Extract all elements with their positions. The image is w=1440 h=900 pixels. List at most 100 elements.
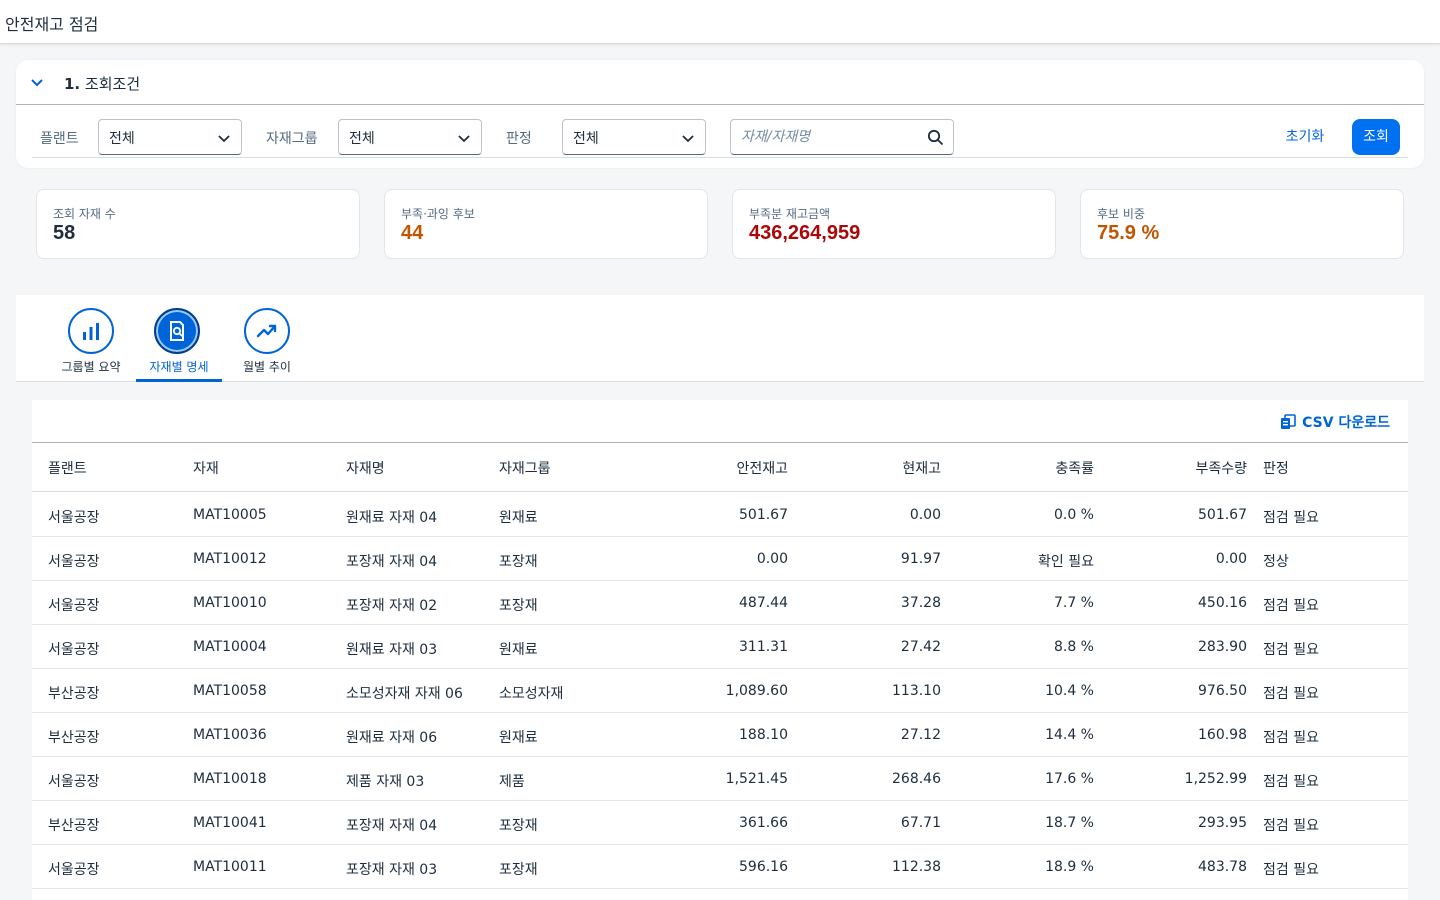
chevron-down-icon[interactable] (28, 74, 46, 92)
material-group-label: 자재그룹 (266, 131, 318, 147)
kpi-label: 후보 비중 (1097, 207, 1145, 221)
table-row[interactable]: 부산공장 MAT10036 원재료 자재 06 원재료 188.10 27.12 14.4 … (32, 713, 1408, 757)
search-button[interactable]: 조회 (1352, 119, 1400, 155)
column-header-shortage-qty[interactable]: 부족수량 (1130, 458, 1247, 478)
shell-bar: 안전재고 점검 (0, 0, 1440, 44)
material-group-select-value: 전체 (349, 131, 375, 147)
cell-material-group: 제품 (499, 774, 525, 790)
cell-material: MAT10018 (193, 771, 267, 787)
cell-fill-rate: 17.6 % (1045, 771, 1094, 787)
filter-header: 1. 조회조건 (16, 60, 1424, 105)
cell-safety-stock: 1,521.45 (725, 771, 788, 787)
filter-section-label: 조회조건 (84, 75, 141, 93)
judge-select[interactable]: 전체 (562, 119, 706, 155)
cell-material-name: 원재료 자재 06 (346, 730, 438, 746)
cell-shortage-qty: 1,252.99 (1184, 771, 1247, 787)
cell-fill-rate: 10.4 % (1045, 683, 1094, 699)
tab-group-summary[interactable]: 그룹별 요약 (52, 305, 130, 382)
cell-material: MAT10010 (193, 595, 267, 611)
cell-safety-stock: 596.16 (739, 859, 788, 875)
csv-download-button[interactable]: CSV 다운로드 (1280, 412, 1390, 432)
cell-material-group: 포장재 (499, 554, 538, 570)
table-row[interactable]: 부산공장 MAT10041 포장재 자재 04 포장재 361.66 67.71 18.7 … (32, 801, 1408, 845)
kpi-value: 436,264,959 (749, 222, 861, 244)
table-row[interactable]: 부산공장 MAT10058 소모성자재 자재 06 소모성자재 1,089.60 113.… (32, 669, 1408, 713)
cell-judgement: 점검 필요 (1263, 862, 1319, 878)
cell-safety-stock: 188.10 (739, 727, 788, 743)
material-search-field[interactable] (730, 119, 954, 155)
document-search-icon (154, 308, 200, 354)
table-row[interactable]: 서울공장 MAT10011 포장재 자재 03 포장재 596.16 112.38 18.9… (32, 845, 1408, 889)
cell-plant: 부산공장 (48, 818, 100, 834)
cell-fill-rate: 7.7 % (1053, 595, 1094, 611)
column-header-safety-stock[interactable]: 안전재고 (672, 458, 788, 478)
column-header-judgement[interactable]: 판정 (1263, 458, 1289, 478)
cell-plant: 서울공장 (48, 554, 100, 570)
tab-material-detail[interactable]: 자재별 명세 (136, 305, 222, 382)
column-header-material[interactable]: 자재 (193, 458, 219, 478)
cell-shortage-qty: 283.90 (1198, 639, 1247, 655)
chevron-down-icon (682, 135, 694, 143)
tab-label: 자재별 명세 (149, 360, 209, 374)
cell-plant: 서울공장 (48, 862, 100, 878)
cell-judgement: 점검 필요 (1263, 642, 1319, 658)
kpi-value: 58 (53, 222, 76, 244)
cell-current-stock: 27.12 (900, 727, 941, 743)
cell-fill-rate: 18.7 % (1045, 815, 1094, 831)
reset-button[interactable]: 초기화 (1276, 121, 1334, 153)
cell-material-group: 소모성자재 (499, 686, 564, 702)
column-header-current-stock[interactable]: 현재고 (824, 458, 941, 478)
cell-shortage-qty: 501.67 (1198, 507, 1247, 523)
kpi-label: 조회 자재 수 (53, 207, 116, 221)
kpi-card-candidates: 부족·과잉 후보 44 (384, 189, 708, 259)
tab-label: 그룹별 요약 (61, 360, 121, 374)
cell-shortage-qty: 293.95 (1198, 815, 1247, 831)
cell-current-stock: 27.42 (900, 639, 941, 655)
material-group-select[interactable]: 전체 (338, 119, 482, 155)
cell-current-stock: 112.38 (892, 859, 941, 875)
cell-shortage-qty: 450.16 (1198, 595, 1247, 611)
column-header-material-group[interactable]: 자재그룹 (499, 458, 551, 478)
table-row[interactable]: 서울공장 MAT10004 원재료 자재 03 원재료 311.31 27.42 8.8 %… (32, 625, 1408, 669)
cell-current-stock: 0.00 (909, 507, 941, 523)
column-header-material-name[interactable]: 자재명 (346, 458, 385, 478)
column-header-fill-rate[interactable]: 충족률 (978, 458, 1094, 478)
active-tab-indicator (136, 379, 222, 382)
cell-material: MAT10011 (193, 859, 267, 875)
search-icon[interactable] (927, 129, 944, 146)
cell-judgement: 점검 필요 (1263, 730, 1319, 746)
cell-material-name: 포장재 자재 02 (346, 598, 438, 614)
cell-material: MAT10041 (193, 815, 267, 831)
kpi-card-candidate-ratio: 후보 비중 75.9 % (1080, 189, 1404, 259)
cell-current-stock: 268.46 (892, 771, 941, 787)
kpi-card-material-count: 조회 자재 수 58 (36, 189, 360, 259)
table-row[interactable]: 서울공장 MAT10018 제품 자재 03 제품 1,521.45 268.46 17.6… (32, 757, 1408, 801)
cell-material: MAT10005 (193, 507, 267, 523)
chevron-down-icon (218, 135, 230, 143)
cell-plant: 부산공장 (48, 686, 100, 702)
cell-judgement: 점검 필요 (1263, 686, 1319, 702)
kpi-label: 부족·과잉 후보 (401, 207, 475, 221)
judge-select-value: 전체 (573, 131, 599, 147)
material-search-input[interactable] (741, 127, 921, 147)
table-row[interactable]: 서울공장 MAT10005 원재료 자재 04 원재료 501.67 0.00 0.0 % 5… (32, 493, 1408, 537)
plant-select[interactable]: 전체 (98, 119, 242, 155)
cell-fill-rate: 18.9 % (1045, 859, 1094, 875)
cell-material-name: 원재료 자재 03 (346, 642, 438, 658)
cell-safety-stock: 311.31 (739, 639, 788, 655)
kpi-card-shortage-amount: 부족분 재고금액 436,264,959 (732, 189, 1056, 259)
column-header-plant[interactable]: 플랜트 (48, 458, 87, 478)
cell-safety-stock: 487.44 (739, 595, 788, 611)
kpi-label: 부족분 재고금액 (749, 207, 831, 221)
kpi-value: 75.9 % (1097, 222, 1160, 244)
cell-material-group: 원재료 (499, 510, 538, 526)
cell-plant: 서울공장 (48, 642, 100, 658)
cell-current-stock: 113.10 (892, 683, 941, 699)
plant-label: 플랜트 (40, 131, 79, 147)
table-row[interactable]: 서울공장 MAT10010 포장재 자재 02 포장재 487.44 37.28 7.7 %… (32, 581, 1408, 625)
cell-fill-rate: 14.4 % (1045, 727, 1094, 743)
cell-material-group: 포장재 (499, 598, 538, 614)
tab-monthly-trend[interactable]: 월별 추이 (230, 305, 304, 382)
cell-material: MAT10012 (193, 551, 267, 567)
table-row[interactable]: 서울공장 MAT10012 포장재 자재 04 포장재 0.00 91.97 확인 필요 0.… (32, 537, 1408, 581)
